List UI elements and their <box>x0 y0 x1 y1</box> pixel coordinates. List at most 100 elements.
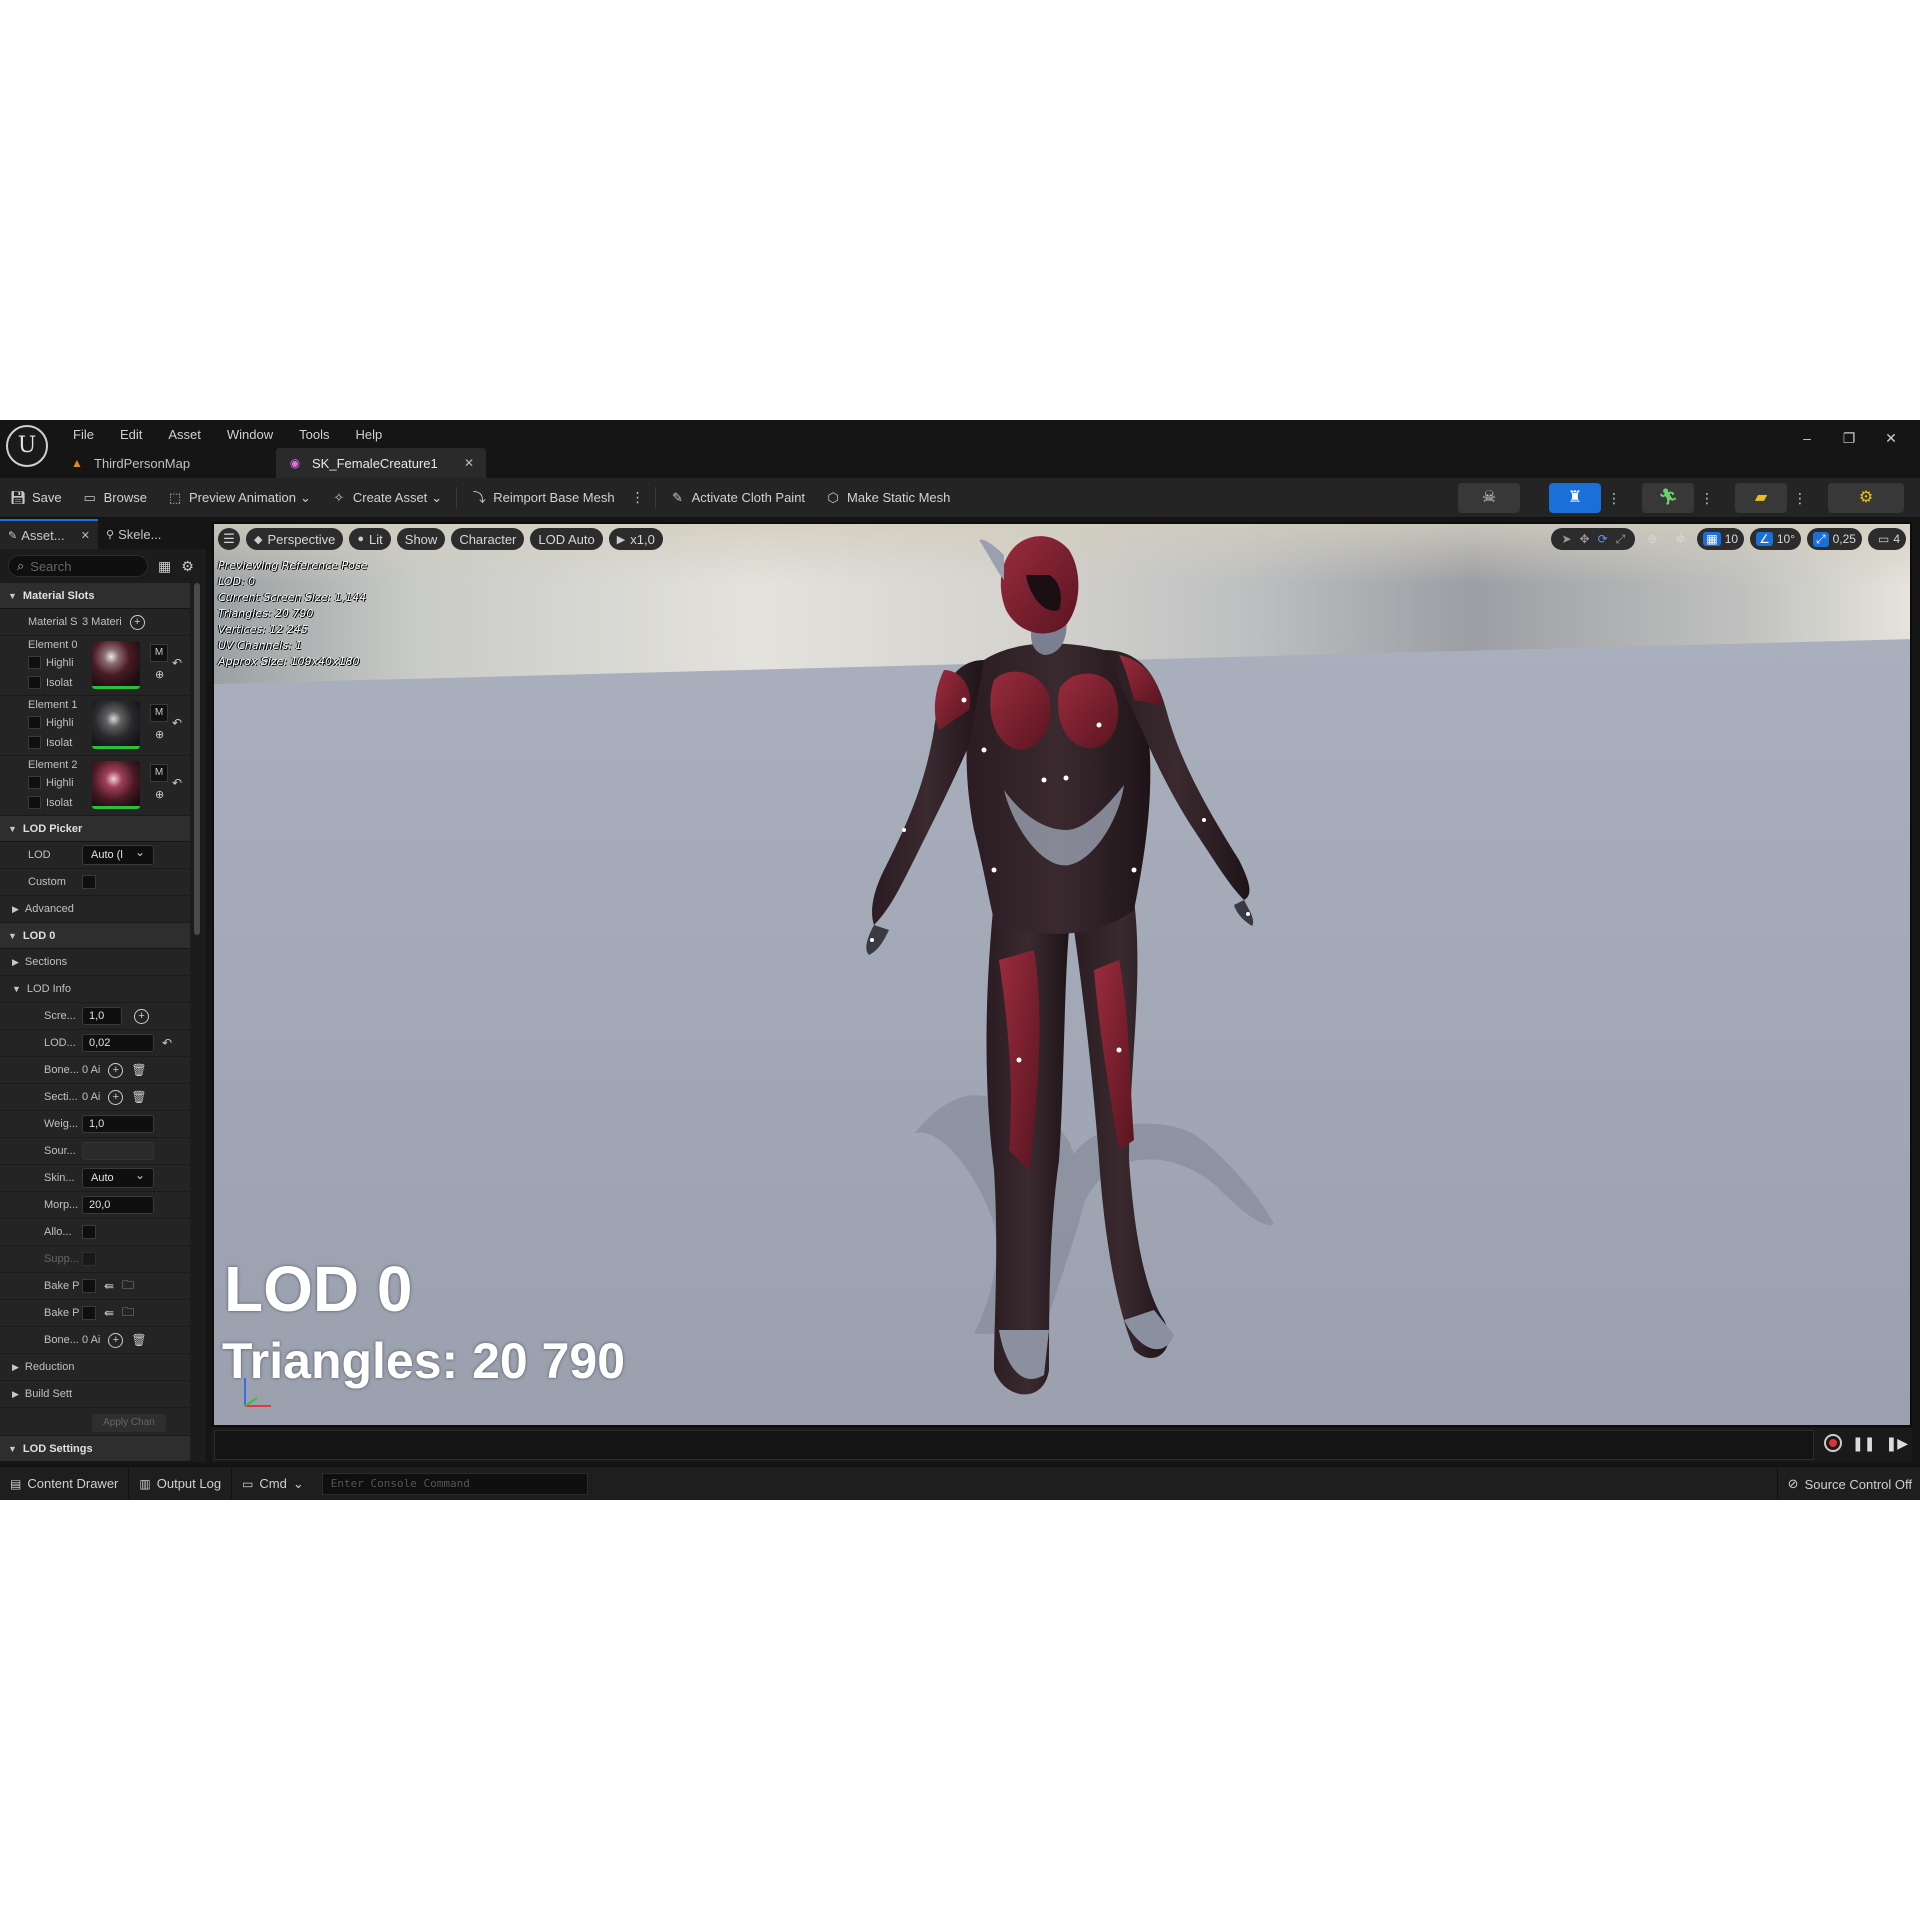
build-settings-row[interactable]: ▶ Build Sett <box>0 1381 190 1408</box>
material-thumbnail[interactable] <box>92 761 140 809</box>
menu-help[interactable]: Help <box>342 424 395 446</box>
reset-icon[interactable]: ↶ <box>172 716 182 730</box>
close-icon[interactable]: ✕ <box>464 456 474 470</box>
more-options-icon[interactable]: ⋮ <box>625 489 651 506</box>
section-lod-settings[interactable]: ▼ LOD Settings <box>0 1436 190 1462</box>
add-icon[interactable]: ⊕ <box>155 788 164 801</box>
add-icon[interactable]: + <box>129 614 145 630</box>
allow-checkbox[interactable] <box>82 1225 96 1239</box>
search-input[interactable]: ⌕ Search <box>8 555 148 577</box>
morph-target-input[interactable]: 20,0 <box>82 1196 154 1214</box>
weight-input[interactable]: 1,0 <box>82 1115 154 1133</box>
record-icon[interactable] <box>1824 1434 1843 1452</box>
table-view-icon[interactable]: ▦ <box>158 558 171 575</box>
lod-info-row[interactable]: ▼ LOD Info <box>0 976 190 1003</box>
screen-size-input[interactable]: 1,0 <box>82 1007 122 1025</box>
material-picker[interactable]: M <box>150 644 168 662</box>
menu-asset[interactable]: Asset <box>155 424 214 446</box>
tab-asset-details[interactable]: ✎ Asset... ✕ <box>0 519 98 549</box>
activate-cloth-paint-button[interactable]: ✎ Activate Cloth Paint <box>660 483 815 513</box>
trash-icon[interactable]: 🗑︎ <box>131 1333 146 1347</box>
scale-snap-control[interactable]: ⤢ 0,25 <box>1807 528 1862 550</box>
reset-icon[interactable]: ↶ <box>172 776 182 790</box>
use-selected-icon[interactable]: ⇚ <box>104 1279 114 1293</box>
advanced-row[interactable]: ▶ Advanced <box>0 896 190 923</box>
surface-snap-icon[interactable]: ✲ <box>1669 528 1691 550</box>
minimize-button[interactable]: – <box>1786 424 1828 452</box>
isolate-option[interactable]: Isolat <box>28 676 72 689</box>
lod-auto-button[interactable]: LOD Auto <box>530 528 603 550</box>
pause-icon[interactable]: ❚❚ <box>1852 1435 1875 1452</box>
add-icon[interactable]: ⊕ <box>155 728 164 741</box>
grid-snap-control[interactable]: ▦ 10 <box>1697 528 1745 550</box>
reimport-button[interactable]: ⤵ Reimport Base Mesh <box>461 483 624 513</box>
menu-window[interactable]: Window <box>214 424 286 446</box>
add-icon[interactable]: + <box>108 1332 124 1348</box>
cmd-dropdown[interactable]: ▭ Cmd ⌄ <box>232 1469 314 1499</box>
trash-icon[interactable]: 🗑︎ <box>131 1090 146 1104</box>
more-options-icon[interactable]: ⋮ <box>1787 490 1813 507</box>
translate-icon[interactable]: ✥ <box>1580 532 1590 546</box>
source-input[interactable] <box>82 1142 154 1160</box>
mesh-mode-icon[interactable]: ♜ <box>1549 483 1601 513</box>
menu-file[interactable]: File <box>60 424 107 446</box>
trash-icon[interactable]: 🗑︎ <box>131 1063 146 1077</box>
bake-pose-override-swatch[interactable] <box>82 1306 96 1320</box>
highlight-checkbox[interactable] <box>28 776 41 789</box>
browse-asset-icon[interactable]: 🗀︎ <box>122 1303 134 1324</box>
step-forward-icon[interactable]: ❚▶ <box>1886 1435 1909 1452</box>
reset-icon[interactable]: ↶ <box>172 656 182 670</box>
add-icon[interactable]: + <box>134 1008 149 1024</box>
physics-mode-icon[interactable]: ⚙ <box>1828 483 1904 513</box>
highlight-option[interactable]: Highli <box>28 656 74 669</box>
highlight-option[interactable]: Highli <box>28 716 74 729</box>
scale-icon[interactable]: ⤢ <box>1616 532 1626 547</box>
skin-cache-dropdown[interactable]: Auto <box>82 1166 154 1188</box>
sections-row[interactable]: ▶ Sections <box>0 949 190 976</box>
section-lod-picker[interactable]: ▼ LOD Picker <box>0 816 190 842</box>
material-thumbnail[interactable] <box>92 701 140 749</box>
preview-animation-button[interactable]: ⬚ Preview Animation ⌄ <box>157 483 321 513</box>
material-picker[interactable]: M <box>150 704 168 722</box>
skeleton-mode-icon[interactable]: ☠ <box>1458 483 1520 513</box>
restore-button[interactable]: ❐ <box>1828 424 1870 452</box>
preview-viewport[interactable]: ☰ ◆ Perspective ● Lit Show Character LOD… <box>212 522 1912 1427</box>
custom-checkbox[interactable] <box>82 875 96 889</box>
tab-sk-female-creature[interactable]: ◉ SK_FemaleCreature1 ✕ <box>276 448 486 478</box>
highlight-checkbox[interactable] <box>28 716 41 729</box>
tab-skeleton-tree[interactable]: ⚲ Skele... <box>98 519 169 549</box>
add-icon[interactable]: + <box>108 1089 124 1105</box>
close-window-button[interactable]: ✕ <box>1870 424 1912 452</box>
material-picker[interactable]: M <box>150 764 168 782</box>
menu-tools[interactable]: Tools <box>286 424 342 446</box>
viewport-options-button[interactable]: ☰ <box>218 528 240 550</box>
more-options-icon[interactable]: ⋮ <box>1601 490 1627 507</box>
close-icon[interactable]: ✕ <box>81 529 90 542</box>
source-control-button[interactable]: ⊘ Source Control Off <box>1776 1469 1912 1499</box>
details-scrollbar[interactable] <box>194 583 200 935</box>
animation-mode-icon[interactable]: 🏃︎ <box>1642 483 1694 513</box>
save-button[interactable]: 💾︎ Save <box>0 483 72 513</box>
timeline-track[interactable] <box>214 1430 1814 1460</box>
rotate-icon[interactable]: ⟳ <box>1598 532 1608 546</box>
add-icon[interactable]: + <box>108 1062 124 1078</box>
show-button[interactable]: Show <box>396 528 446 550</box>
section-lod-0[interactable]: ▼ LOD 0 <box>0 923 190 949</box>
isolate-option[interactable]: Isolat <box>28 736 72 749</box>
lit-button[interactable]: ● Lit <box>349 528 391 550</box>
more-options-icon[interactable]: ⋮ <box>1694 490 1720 507</box>
tab-third-person-map[interactable]: ▲ ThirdPersonMap <box>58 448 276 478</box>
perspective-button[interactable]: ◆ Perspective <box>246 528 344 550</box>
coordinate-space-icon[interactable]: ⊛ <box>1641 528 1663 550</box>
menu-edit[interactable]: Edit <box>107 424 155 446</box>
create-asset-button[interactable]: ✧ Create Asset ⌄ <box>321 483 452 513</box>
isolate-checkbox[interactable] <box>28 796 41 809</box>
use-selected-icon[interactable]: ⇚ <box>104 1306 114 1320</box>
reset-icon[interactable]: ↶ <box>162 1036 172 1050</box>
add-icon[interactable]: ⊕ <box>155 668 164 681</box>
highlight-checkbox[interactable] <box>28 656 41 669</box>
browse-button[interactable]: ▭ Browse <box>72 483 157 513</box>
content-drawer-button[interactable]: ▤ Content Drawer <box>0 1468 130 1499</box>
output-log-button[interactable]: ▥ Output Log <box>129 1468 233 1499</box>
browse-asset-icon[interactable]: 🗀︎ <box>122 1276 134 1297</box>
